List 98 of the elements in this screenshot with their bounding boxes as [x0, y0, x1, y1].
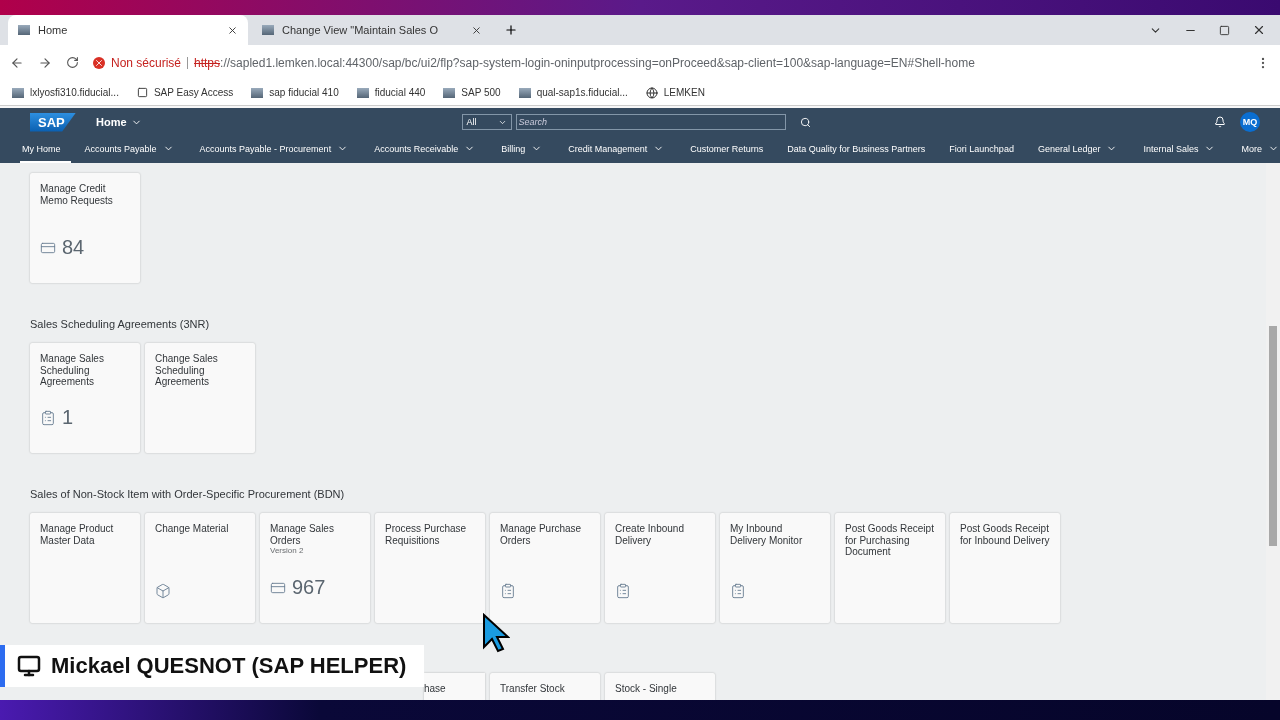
app-tile[interactable]: Process Purchase Requisitions [375, 513, 485, 623]
bookmark-label: sap fiducial 410 [269, 87, 339, 98]
bookmark[interactable]: lxlyosfi310.fiducial... [12, 87, 119, 98]
tile-title: Manage Product Master Data [40, 523, 115, 546]
browser-tab[interactable]: Change View "Maintain Sales O [252, 15, 492, 45]
globe-icon [645, 86, 658, 99]
page-icon [356, 87, 369, 98]
page-icon [518, 87, 531, 98]
bookmark-label: LEMKEN [663, 87, 705, 98]
tile-subtitle: Version 2 [270, 546, 305, 555]
tile-title: hase [424, 683, 447, 695]
bookmark-label: SAP 500 [461, 87, 501, 98]
search-field[interactable]: Search [515, 114, 786, 130]
cursor-icon [482, 613, 510, 653]
nav-tab[interactable]: Data Quality for Business Partners [785, 136, 936, 163]
clipboard-icon [730, 583, 746, 599]
home-menu-button[interactable]: Home [90, 115, 148, 129]
tile-count: 84 [62, 236, 85, 259]
bookmark[interactable]: LEMKEN [645, 86, 705, 99]
tile-title: Manage Sales Orders [270, 523, 335, 546]
app-tile[interactable]: Transfer Stock [490, 673, 600, 700]
notification-icon[interactable] [1214, 116, 1226, 128]
page-icon [12, 87, 24, 98]
window-icon [136, 87, 148, 98]
clipboard-icon [500, 583, 516, 599]
bookmark[interactable]: fiducial 440 [356, 87, 426, 98]
app-tile[interactable]: Change Material [145, 513, 255, 623]
nav-tab[interactable]: More [1239, 136, 1280, 163]
app-tile[interactable]: Post Goods Receipt for Inbound Delivery [950, 513, 1060, 623]
page-icon [251, 87, 264, 98]
tile-title: Manage Purchase Orders [500, 523, 583, 546]
cube-icon [155, 583, 171, 599]
nav-tab[interactable]: Credit Management [566, 136, 675, 163]
close-icon[interactable] [227, 24, 238, 36]
app-tile[interactable]: Manage Sales Scheduling Agreements 1 [30, 343, 140, 453]
tile-title: Change Material [155, 523, 230, 535]
bookmark[interactable]: SAP Easy Access [136, 87, 234, 98]
user-avatar[interactable]: MQ [1240, 112, 1260, 132]
app-tile[interactable]: Manage Product Master Data [30, 513, 140, 623]
presenter-name: Mickael QUESNOT (SAP HELPER) [51, 653, 407, 679]
maximize-icon[interactable] [1219, 24, 1230, 36]
bookmark[interactable]: qual-sap1s.fiducial... [518, 87, 628, 98]
app-tile[interactable]: Stock - Single [605, 673, 715, 700]
app-tile[interactable]: Create Inbound Delivery [605, 513, 715, 623]
tile-title: Transfer Stock [500, 683, 566, 695]
search-scope-dropdown[interactable]: All [461, 114, 512, 130]
nav-tab[interactable]: Billing [499, 136, 553, 163]
monitor-icon [17, 654, 41, 678]
nav-tab[interactable]: Customer Returns [688, 136, 774, 163]
bookmark[interactable]: sap fiducial 410 [251, 87, 339, 98]
bookmark[interactable]: SAP 500 [443, 87, 501, 98]
nav-tab[interactable]: Internal Sales [1141, 136, 1226, 163]
app-tile[interactable]: Manage Sales Orders Version 2 967 [260, 513, 370, 623]
tile-title: Change Sales Scheduling Agreements [155, 353, 219, 388]
group-title: Sales of Non-Stock Item with Order-Specific Procurement (BDN) [30, 487, 346, 502]
clipboard-icon [615, 583, 631, 599]
logo: SAP [30, 112, 76, 132]
nav-tab[interactable]: Fiori Launchpad [947, 136, 1024, 163]
clipboard-icon [40, 409, 56, 426]
close-icon[interactable] [1252, 23, 1266, 37]
back-icon[interactable] [10, 55, 24, 70]
tile-title: Create Inbound Delivery [615, 523, 685, 546]
bookmark-label: qual-sap1s.fiducial... [536, 87, 628, 98]
nav-tab[interactable]: Accounts Payable [82, 136, 184, 163]
tile-title: Manage Credit Memo Requests [40, 183, 114, 206]
security-warning: Non sécurisé [111, 55, 182, 70]
nav-tab[interactable]: Accounts Receivable [372, 136, 486, 163]
scrollbar[interactable] [1266, 163, 1280, 700]
nav-tab[interactable]: General Ledger [1035, 136, 1128, 163]
tile-title: Manage Sales Scheduling Agreements [40, 353, 105, 388]
tile-title: Stock - Single [615, 683, 678, 695]
app-tile[interactable]: Manage Purchase Orders [490, 513, 600, 623]
app-tile[interactable]: Change Sales Scheduling Agreements [145, 343, 255, 453]
forward-icon[interactable] [38, 55, 52, 70]
group-title: Sales Scheduling Agreements (3NR) [30, 317, 211, 332]
bookmark-label: fiducial 440 [374, 87, 426, 98]
page-icon [443, 87, 456, 98]
browser-tab[interactable]: Home [8, 15, 248, 45]
tile-title: Post Goods Receipt for Purchasing Document [845, 523, 935, 558]
reload-icon[interactable] [66, 56, 79, 69]
nav-tab[interactable]: Accounts Payable - Procurement [197, 136, 359, 163]
app-tile[interactable]: My Inbound Delivery Monitor [720, 513, 830, 623]
tile-title: Process Purchase Requisitions [385, 523, 468, 546]
tile-count: 967 [292, 576, 326, 599]
app-tile[interactable]: hase [424, 673, 485, 700]
page-icon [18, 25, 30, 35]
tile-title: Post Goods Receipt for Inbound Delivery [960, 523, 1050, 546]
bookmark-label: lxlyosfi310.fiducial... [30, 87, 119, 98]
app-tile[interactable]: Post Goods Receipt for Purchasing Document [835, 513, 945, 623]
search-icon[interactable] [799, 116, 811, 128]
tile-count: 1 [62, 406, 74, 429]
bookmark-label: SAP Easy Access [153, 87, 234, 98]
warning-icon [93, 56, 105, 69]
app-tile[interactable]: Manage Credit Memo Requests 84 [30, 173, 140, 283]
tile-title: My Inbound Delivery Monitor [730, 523, 804, 546]
close-icon[interactable] [471, 24, 482, 36]
page-icon [262, 25, 274, 35]
new-tab-icon[interactable] [504, 23, 518, 37]
